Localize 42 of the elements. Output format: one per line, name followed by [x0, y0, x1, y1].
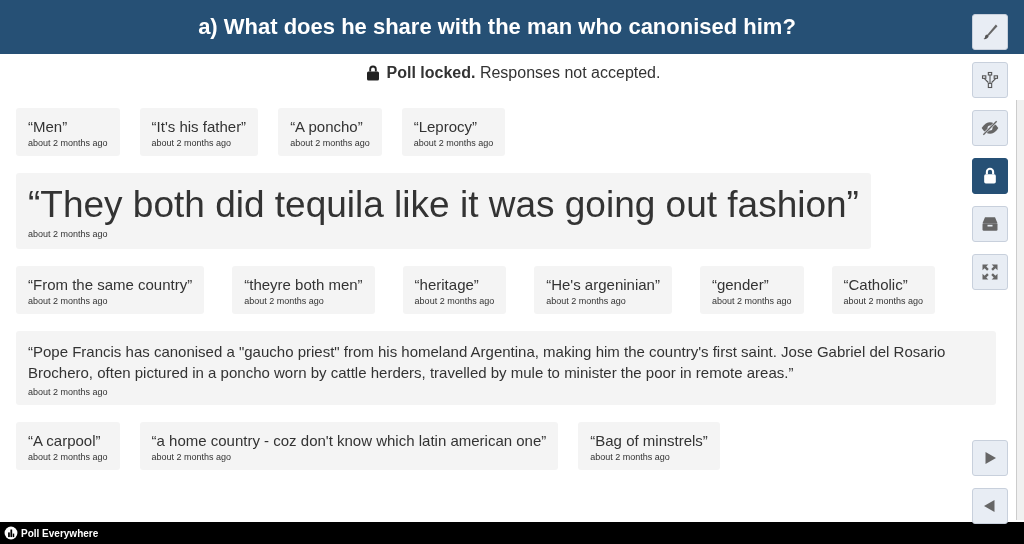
- timestamp: about 2 months ago: [28, 452, 108, 463]
- brand-name: Poll Everywhere: [21, 527, 99, 539]
- response-text: “heritage”: [414, 275, 480, 293]
- response-text: “A carpool”: [28, 432, 102, 450]
- response-text: “Bag of minstrels”: [590, 432, 708, 450]
- timestamp: about 2 months ago: [546, 295, 627, 306]
- timestamp: about 2 months ago: [151, 138, 233, 148]
- response-text: “He's argeninian”: [546, 275, 660, 293]
- timestamp: about 2 months ago: [151, 452, 233, 463]
- expand-icon: [980, 262, 1000, 282]
- response-text: “gender”: [711, 275, 770, 293]
- response-text: “It's his father”: [151, 118, 247, 135]
- network-icon: [980, 70, 1000, 90]
- next-button[interactable]: [972, 440, 1008, 476]
- response-text: “From the same country”: [28, 275, 193, 293]
- poll-everywhere-icon: [4, 526, 18, 540]
- hidden-eye-icon: [980, 118, 1000, 138]
- response-text: “A poncho”: [290, 118, 364, 135]
- timestamp: about 2 months ago: [843, 295, 924, 306]
- response-text: “Pope Francis has canonised a "gaucho priest" from his homeland Argentina, making him the country's first saint. Jose Gabriel del Rosario Brochero, often pictured in a poncho worn by cattle herders, travelled by mule to minister the poor in remote areas.”: [28, 341, 947, 384]
- status-message: Poll locked. Responses not accepted.: [386, 64, 661, 82]
- timestamp: about 2 months ago: [28, 138, 108, 148]
- archive-icon: [980, 214, 1000, 234]
- timestamp: about 2 months ago: [590, 452, 671, 463]
- previous-button[interactable]: [972, 488, 1008, 524]
- timestamp: about 2 months ago: [413, 138, 494, 148]
- response-text: “Catholic”: [843, 275, 909, 293]
- scrollbar[interactable]: [1016, 100, 1024, 520]
- timestamp: about 2 months ago: [28, 228, 109, 239]
- response-text: “Men”: [28, 118, 69, 135]
- timestamp: about 2 months ago: [244, 295, 325, 306]
- timestamp: about 2 months ago: [290, 138, 370, 148]
- toolbar-button[interactable]: [972, 158, 1008, 194]
- timestamp: about 2 months ago: [414, 295, 495, 306]
- response-text: “They both did tequila like it was going out fashion”: [28, 185, 859, 226]
- response-text: “a home country - coz don't know which latin american one”: [151, 432, 547, 450]
- timestamp: about 2 months ago: [28, 295, 109, 306]
- response-text: “Leprocy”: [413, 118, 479, 135]
- poll-question: a) What does he share with the man who canonised him?: [198, 14, 796, 40]
- response-text: “theyre both men”: [244, 275, 363, 293]
- timestamp: about 2 months ago: [28, 387, 109, 398]
- timestamp: about 2 months ago: [711, 295, 792, 306]
